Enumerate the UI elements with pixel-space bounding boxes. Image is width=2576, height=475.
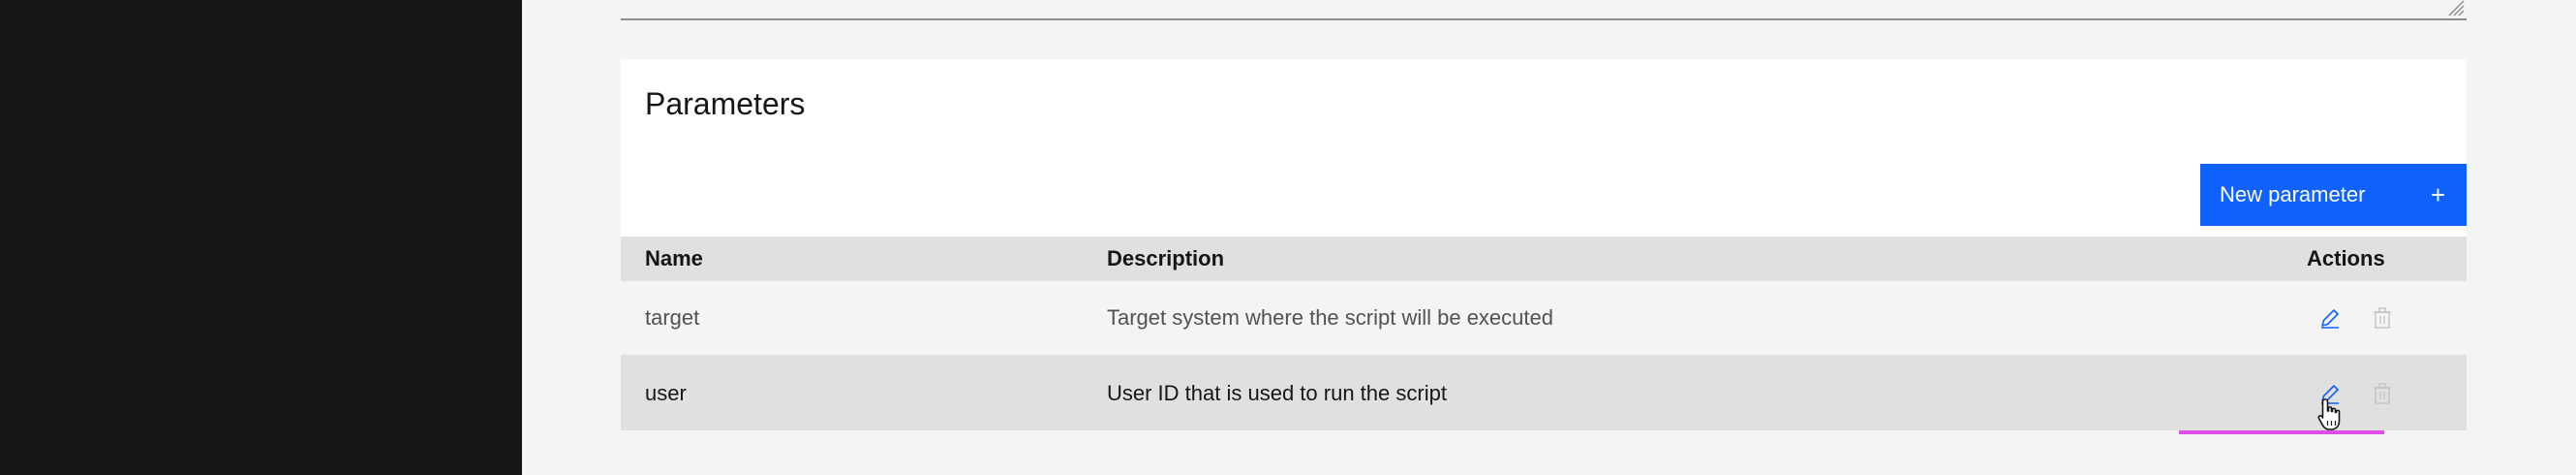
trash-icon[interactable]: [2370, 305, 2395, 331]
left-panel: [0, 0, 522, 475]
hand-cursor-icon: [2317, 398, 2341, 430]
header-description: Description: [1107, 246, 1225, 270]
row-actions: [2317, 305, 2395, 331]
script-textarea[interactable]: [621, 0, 2467, 20]
trash-icon[interactable]: [2370, 381, 2395, 406]
row-name: target: [645, 305, 700, 330]
focus-indicator: [2179, 430, 2384, 434]
table-header: Name Description Actions: [621, 237, 2467, 281]
resize-handle-icon[interactable]: [2443, 0, 2465, 16]
table-row: target Target system where the script wi…: [621, 281, 2467, 356]
edit-icon[interactable]: [2317, 305, 2343, 331]
parameters-table: Name Description Actions target Target s…: [621, 237, 2467, 430]
row-description: Target system where the script will be e…: [1107, 305, 1553, 330]
new-parameter-label: New parameter: [2220, 182, 2366, 206]
table-row: user User ID that is used to run the scr…: [621, 356, 2467, 430]
parameters-card: Parameters New parameter +: [621, 59, 2467, 237]
row-name: user: [645, 380, 687, 405]
new-parameter-button[interactable]: New parameter +: [2200, 164, 2467, 226]
plus-icon: +: [2430, 179, 2445, 209]
row-description: User ID that is used to run the script: [1107, 380, 1447, 405]
parameters-title: Parameters: [645, 86, 806, 121]
header-actions: Actions: [2307, 246, 2385, 270]
right-edge: [2557, 0, 2576, 475]
header-name: Name: [645, 246, 703, 270]
